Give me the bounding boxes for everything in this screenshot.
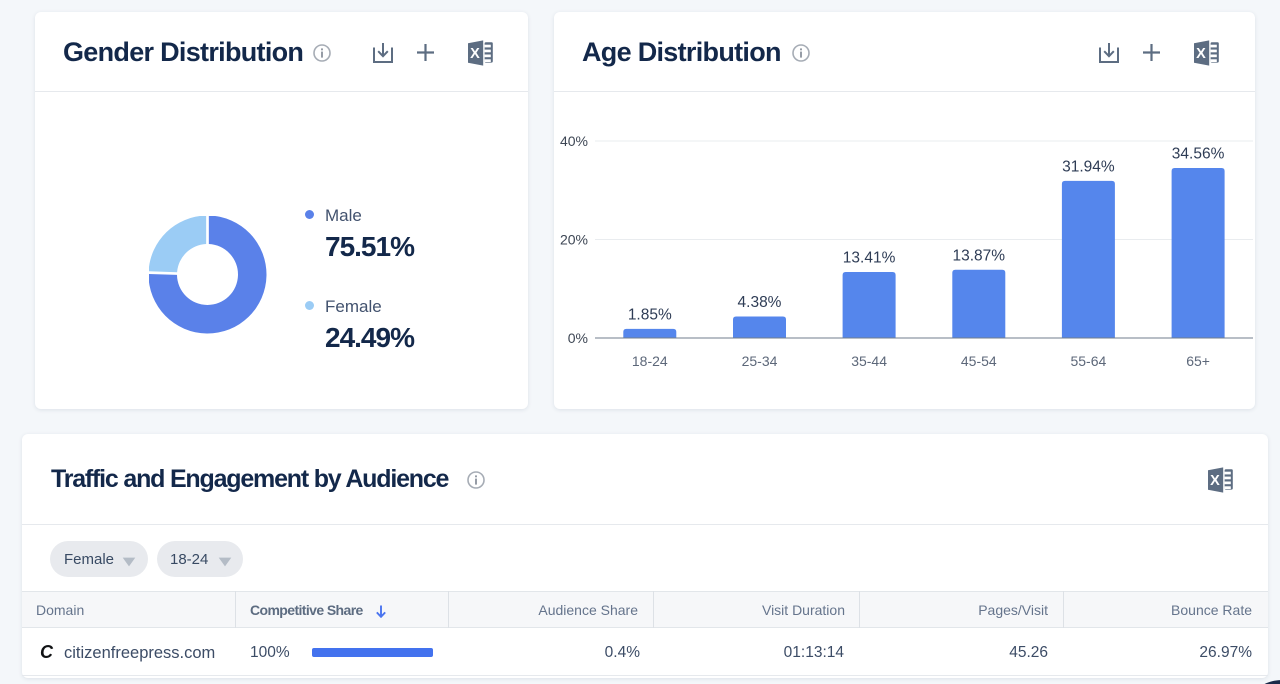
svg-text:1.85%: 1.85% [628, 306, 672, 323]
svg-text:4.38%: 4.38% [738, 294, 782, 311]
svg-text:65+: 65+ [1186, 353, 1210, 369]
svg-text:55-64: 55-64 [1070, 353, 1106, 369]
svg-text:0%: 0% [568, 330, 588, 346]
svg-text:25-34: 25-34 [742, 353, 778, 369]
svg-text:35-44: 35-44 [851, 353, 887, 369]
svg-text:34.56%: 34.56% [1172, 145, 1225, 162]
svg-text:40%: 40% [560, 133, 588, 149]
svg-text:X: X [1210, 473, 1220, 489]
svg-text:13.87%: 13.87% [953, 247, 1006, 264]
svg-text:13.41%: 13.41% [843, 250, 896, 267]
svg-text:45-54: 45-54 [961, 353, 997, 369]
svg-text:X: X [470, 46, 480, 62]
svg-text:20%: 20% [560, 232, 588, 248]
svg-text:31.94%: 31.94% [1062, 158, 1115, 175]
svg-text:18-24: 18-24 [632, 353, 668, 369]
